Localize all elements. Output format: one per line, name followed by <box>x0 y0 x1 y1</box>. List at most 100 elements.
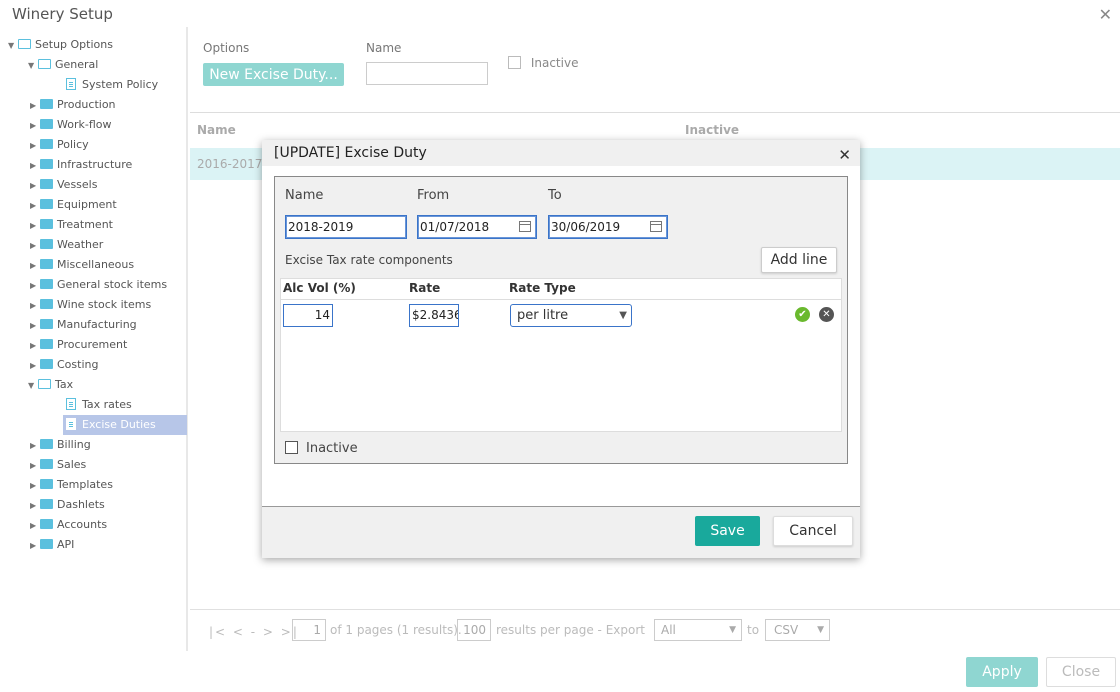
tree-item[interactable]: ▶ Weather <box>30 235 103 255</box>
export-format-select[interactable]: CSV ▼ <box>765 619 830 641</box>
expand-right-icon[interactable]: ▶ <box>30 296 40 316</box>
add-line-button[interactable]: Add line <box>761 247 837 273</box>
tree-item[interactable]: ▶ Dashlets <box>30 495 105 515</box>
expand-right-icon[interactable]: ▶ <box>30 196 40 216</box>
cancel-button[interactable]: Cancel <box>773 516 853 546</box>
tree-item[interactable]: ▶ General stock items <box>30 275 167 295</box>
expand-right-icon[interactable]: ▶ <box>30 256 40 276</box>
tree-item-setup-options[interactable]: ▼ Setup Options <box>8 35 113 55</box>
save-button[interactable]: Save <box>695 516 760 546</box>
folder-open-icon <box>18 39 31 49</box>
expand-right-icon[interactable]: ▶ <box>30 436 40 456</box>
expand-down-icon[interactable]: ▼ <box>28 376 38 396</box>
dialog-body: Name From To 2018-2019 01/07/2018 30/06/… <box>262 166 860 506</box>
excise-duty-dialog: [UPDATE] Excise Duty ✕ Name From To 2018… <box>262 140 860 558</box>
tree-item-excise-duties[interactable]: Excise Duties <box>63 415 187 435</box>
expand-right-icon[interactable]: ▶ <box>30 316 40 336</box>
expand-right-icon[interactable]: ▶ <box>30 216 40 236</box>
chevron-down-icon: ▼ <box>729 625 736 635</box>
expand-down-icon[interactable]: ▼ <box>28 56 38 76</box>
inactive-filter[interactable]: Inactive <box>508 56 578 72</box>
close-button[interactable]: Close <box>1046 657 1116 687</box>
tree-item[interactable]: ▶ Accounts <box>30 515 107 535</box>
tree-item-tax-rates[interactable]: Tax rates <box>66 395 132 415</box>
calendar-icon[interactable] <box>650 221 662 232</box>
window-close-icon[interactable]: ✕ <box>1099 5 1112 24</box>
tree-item[interactable]: ▶ Production <box>30 95 116 115</box>
new-excise-duty-button[interactable]: New Excise Duty... <box>203 63 344 86</box>
dialog-close-icon[interactable]: ✕ <box>838 146 851 164</box>
delete-x-icon[interactable]: ✕ <box>819 307 834 322</box>
export-scope-select[interactable]: All ▼ <box>654 619 742 641</box>
folder-icon <box>40 339 53 349</box>
tree-item-general[interactable]: ▼ General <box>28 55 98 75</box>
tree-item[interactable]: ▶ Manufacturing <box>30 315 137 335</box>
folder-icon <box>40 279 53 289</box>
header-divider <box>281 299 841 300</box>
tree-item[interactable]: ▶ Costing <box>30 355 98 375</box>
rate-type-select[interactable]: per litre ▼ <box>510 304 632 327</box>
name-label: Name <box>285 188 324 203</box>
tree-item[interactable]: ▶ Billing <box>30 435 91 455</box>
column-header-name[interactable]: Name <box>197 123 236 137</box>
column-header-alc-vol: Alc Vol (%) <box>283 281 356 295</box>
from-date-field[interactable]: 01/07/2018 <box>417 215 537 239</box>
to-date-field[interactable]: 30/06/2019 <box>548 215 668 239</box>
inactive-filter-checkbox[interactable] <box>508 56 521 69</box>
to-label: To <box>548 188 562 203</box>
inactive-filter-label: Inactive <box>530 56 579 70</box>
rate-input[interactable]: $2.8436 <box>409 304 459 327</box>
expand-right-icon[interactable]: ▶ <box>30 136 40 156</box>
expand-right-icon[interactable]: ▶ <box>30 356 40 376</box>
inactive-checkbox[interactable] <box>285 441 298 454</box>
document-icon <box>66 398 76 410</box>
pagination-bar: |< < - > >| 1 of 1 pages (1 results). 10… <box>190 609 1120 651</box>
tree-item[interactable]: ▶ Vessels <box>30 175 97 195</box>
expand-right-icon[interactable]: ▶ <box>30 96 40 116</box>
apply-button[interactable]: Apply <box>966 657 1038 687</box>
rate-components-label: Excise Tax rate components <box>285 253 453 267</box>
column-header-inactive[interactable]: Inactive <box>685 123 739 137</box>
rate-components-table: Alc Vol (%) Rate Rate Type 14 $2.8436 pe… <box>280 278 842 432</box>
alc-vol-input[interactable]: 14 <box>283 304 333 327</box>
tree-item[interactable]: ▶ Procurement <box>30 335 127 355</box>
tree-item[interactable]: ▶ Sales <box>30 455 86 475</box>
tree-item[interactable]: ▶ Templates <box>30 475 113 495</box>
tree-item-system-policy[interactable]: System Policy <box>66 75 158 95</box>
expand-right-icon[interactable]: ▶ <box>30 236 40 256</box>
folder-icon <box>40 459 53 469</box>
inactive-toggle[interactable]: Inactive <box>285 439 358 456</box>
expand-right-icon[interactable]: ▶ <box>30 116 40 136</box>
page-number-input[interactable]: 1 <box>292 619 326 641</box>
expand-right-icon[interactable]: ▶ <box>30 516 40 536</box>
expand-right-icon[interactable]: ▶ <box>30 276 40 296</box>
expand-right-icon[interactable]: ▶ <box>30 176 40 196</box>
tree-item[interactable]: ▶ Treatment <box>30 215 113 235</box>
tree-item-tax[interactable]: ▼ Tax <box>28 375 73 395</box>
from-label: From <box>417 188 450 203</box>
tree-item[interactable]: ▶ Infrastructure <box>30 155 132 175</box>
expand-right-icon[interactable]: ▶ <box>30 476 40 496</box>
tree-item[interactable]: ▶ Equipment <box>30 195 117 215</box>
tree-item[interactable]: ▶ Work-flow <box>30 115 111 135</box>
chevron-down-icon: ▼ <box>619 310 627 321</box>
expand-right-icon[interactable]: ▶ <box>30 456 40 476</box>
expand-down-icon[interactable]: ▼ <box>8 36 18 56</box>
name-filter-input[interactable] <box>366 62 488 85</box>
folder-open-icon <box>38 379 51 389</box>
folder-icon <box>40 99 53 109</box>
expand-right-icon[interactable]: ▶ <box>30 536 40 556</box>
calendar-icon[interactable] <box>519 221 531 232</box>
results-per-page-input[interactable]: 100 <box>457 619 491 641</box>
expand-right-icon[interactable]: ▶ <box>30 336 40 356</box>
expand-right-icon[interactable]: ▶ <box>30 156 40 176</box>
name-field[interactable]: 2018-2019 <box>285 215 407 239</box>
pager-nav-icons[interactable]: |< < - > >| <box>209 625 299 639</box>
tree-item[interactable]: ▶ API <box>30 535 74 555</box>
expand-right-icon[interactable]: ▶ <box>30 496 40 516</box>
folder-icon <box>40 219 53 229</box>
tree-item[interactable]: ▶ Policy <box>30 135 89 155</box>
confirm-check-icon[interactable]: ✔ <box>795 307 810 322</box>
tree-item[interactable]: ▶ Miscellaneous <box>30 255 134 275</box>
tree-item[interactable]: ▶ Wine stock items <box>30 295 151 315</box>
